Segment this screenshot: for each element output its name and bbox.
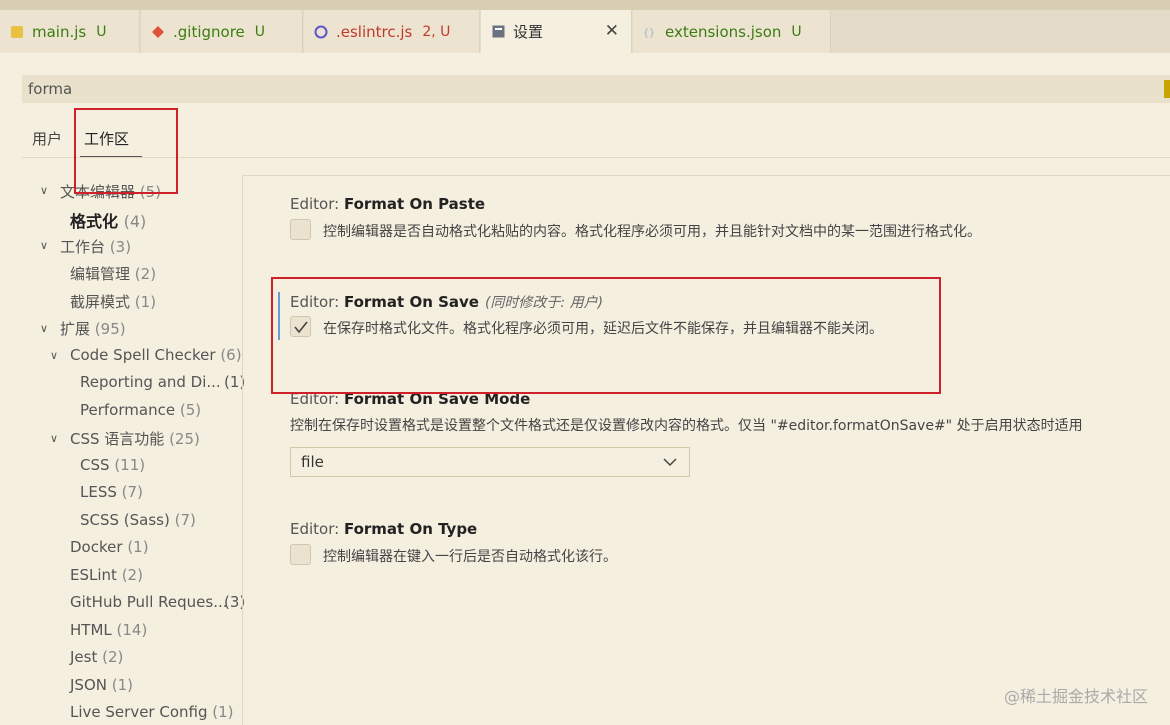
toc-item[interactable]: Performance (5) bbox=[80, 401, 201, 419]
setting-title-format-on-type: Editor: Format On Type bbox=[290, 520, 478, 538]
toc-item[interactable]: LESS (7) bbox=[80, 483, 143, 501]
close-icon[interactable]: ✕ bbox=[605, 21, 619, 41]
toc-item[interactable]: GitHub Pull Reques... bbox=[70, 593, 228, 611]
format-on-type-checkbox[interactable] bbox=[290, 544, 311, 565]
settings-file-icon bbox=[491, 25, 505, 39]
search-input-value: forma bbox=[28, 80, 73, 98]
json-file-icon: {} bbox=[643, 25, 657, 39]
tab-label: 设置 bbox=[513, 23, 544, 41]
svg-text:{}: {} bbox=[643, 28, 655, 38]
toc-item-selected[interactable]: 格式化 (4) bbox=[70, 208, 146, 232]
settings-toc: ∨ 文本编辑器 (5) 格式化 (4) ∨ 工作台 (3) 编辑管理 (2) 截… bbox=[0, 172, 245, 725]
tab-label: main.js bbox=[32, 22, 87, 41]
setting-desc: 控制编辑器在键入一行后是否自动格式化该行。 bbox=[323, 549, 617, 565]
toc-item[interactable]: CSS (11) bbox=[80, 456, 145, 474]
toc-item[interactable]: HTML (14) bbox=[70, 621, 147, 639]
chevron-down-icon[interactable]: ∨ bbox=[50, 349, 58, 362]
tab-badge: U bbox=[791, 23, 802, 40]
toc-item[interactable]: ESLint (2) bbox=[70, 566, 143, 584]
setting-desc: 控制编辑器是否自动格式化粘贴的内容。格式化程序必须可用，并且能针对文档中的某一范… bbox=[323, 224, 981, 240]
toc-item[interactable]: Reporting and Di... bbox=[80, 373, 221, 391]
js-file-icon bbox=[10, 25, 24, 39]
scope-divider bbox=[22, 157, 1170, 158]
select-value: file bbox=[301, 453, 324, 471]
toc-item[interactable]: Live Server Config (1) bbox=[70, 703, 234, 721]
chevron-down-icon[interactable]: ∨ bbox=[40, 322, 48, 335]
tab-label: extensions.json bbox=[665, 22, 782, 41]
toc-item[interactable]: Jest (2) bbox=[70, 648, 123, 666]
tab-settings[interactable]: 设置 ✕ bbox=[481, 10, 632, 53]
toc-item[interactable]: CSS 语言功能 (25) bbox=[70, 428, 200, 449]
chevron-down-icon[interactable]: ∨ bbox=[40, 184, 48, 197]
tab-user-scope[interactable]: 用户 bbox=[32, 128, 62, 149]
settings-search-input[interactable]: forma bbox=[22, 75, 1170, 103]
tab-badge: 2, U bbox=[422, 23, 451, 40]
toc-item[interactable]: 扩展 (95) bbox=[60, 318, 126, 339]
toc-item[interactable]: JSON (1) bbox=[70, 676, 133, 694]
eslint-icon bbox=[314, 25, 328, 39]
editor-tab-bar: main.js U .gitignore U .eslintrc.js 2, U… bbox=[0, 0, 1170, 53]
tab-label: .gitignore bbox=[173, 22, 245, 41]
setting-desc: 控制在保存时设置格式是设置整个文件格式还是仅设置修改内容的格式。仅当 "#edi… bbox=[290, 418, 1083, 434]
format-on-save-mode-select[interactable]: file bbox=[290, 447, 690, 477]
chevron-down-icon[interactable]: ∨ bbox=[50, 432, 58, 445]
toc-item[interactable]: SCSS (Sass) (7) bbox=[80, 511, 196, 529]
watermark: @稀土掘金技术社区 bbox=[1003, 687, 1148, 706]
tab-main-js[interactable]: main.js U bbox=[0, 10, 140, 53]
highlight-box-format-on-save bbox=[271, 277, 941, 394]
chevron-down-icon bbox=[663, 458, 677, 467]
toc-item[interactable]: 截屏模式 (1) bbox=[70, 291, 156, 312]
chevron-down-icon[interactable]: ∨ bbox=[40, 239, 48, 252]
tab-extensions-json[interactable]: {} extensions.json U bbox=[633, 10, 831, 53]
highlight-box-workspace bbox=[74, 108, 178, 194]
setting-title-format-on-paste: Editor: Format On Paste bbox=[290, 195, 486, 213]
tab-label: .eslintrc.js bbox=[336, 22, 413, 41]
tab-eslintrc[interactable]: .eslintrc.js 2, U bbox=[304, 10, 480, 53]
search-focus-indicator bbox=[1164, 80, 1170, 98]
toc-item[interactable]: Docker (1) bbox=[70, 538, 149, 556]
toc-item[interactable]: 编辑管理 (2) bbox=[70, 263, 156, 284]
toc-item[interactable]: 工作台 (3) bbox=[60, 236, 131, 257]
tab-gitignore[interactable]: .gitignore U bbox=[141, 10, 303, 53]
format-on-paste-checkbox[interactable] bbox=[290, 219, 311, 240]
tab-badge: U bbox=[254, 23, 266, 40]
toc-item[interactable]: Code Spell Checker (6) bbox=[70, 346, 242, 364]
tab-badge: U bbox=[96, 23, 107, 40]
git-icon bbox=[151, 25, 165, 39]
